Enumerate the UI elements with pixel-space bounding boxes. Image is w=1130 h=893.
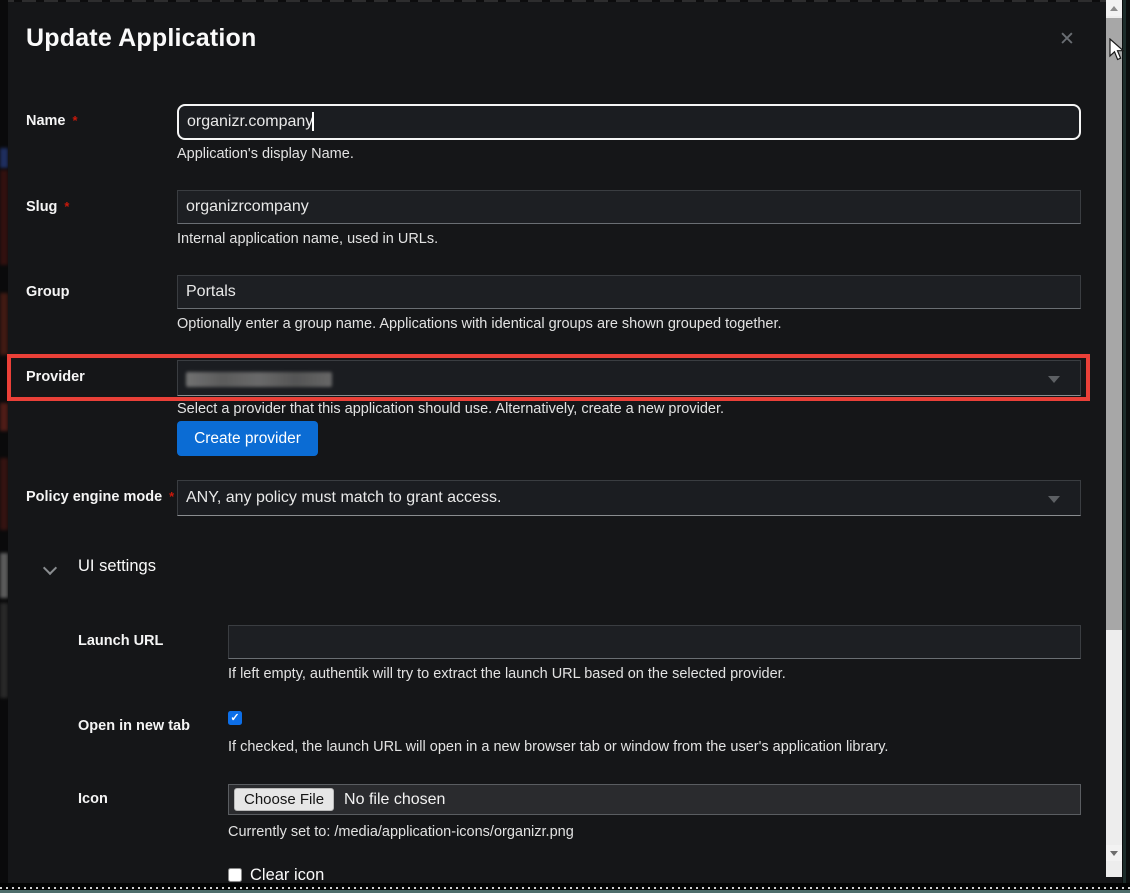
background-artifact — [0, 148, 8, 168]
text-cursor — [312, 112, 314, 131]
scrollbar-track[interactable] — [1106, 0, 1122, 877]
slug-label: Slug* — [26, 199, 69, 215]
clear-icon-checkbox[interactable] — [228, 868, 242, 882]
group-label: Group — [26, 284, 70, 300]
background-artifact — [0, 293, 8, 355]
arrow-down-icon — [1110, 851, 1118, 856]
modal-title: Update Application — [26, 24, 256, 53]
ui-settings-section-title[interactable]: UI settings — [78, 557, 156, 576]
provider-value-redacted — [186, 372, 332, 387]
choose-file-button[interactable]: Choose File — [234, 788, 334, 811]
caret-down-icon — [1048, 496, 1060, 503]
provider-help: Select a provider that this application … — [177, 401, 724, 417]
create-provider-button[interactable]: Create provider — [177, 421, 318, 456]
screenshot-bottom-edge — [0, 883, 1130, 893]
policy-engine-mode-label: Policy engine mode* — [26, 489, 174, 505]
chevron-down-icon — [43, 561, 57, 575]
open-in-new-tab-label: Open in new tab — [78, 718, 190, 734]
background-artifact — [0, 553, 8, 598]
screenshot-bottom-dotted-line — [0, 887, 1130, 889]
required-marker: * — [73, 113, 78, 128]
policy-engine-mode-value: ANY, any policy must match to grant acce… — [186, 489, 501, 507]
required-marker: * — [169, 489, 174, 504]
scrollbar-down-button[interactable] — [1106, 845, 1122, 861]
screenshot-top-dashed-edge — [0, 0, 1106, 2]
background-page-strip — [0, 0, 8, 893]
file-status-text: No file chosen — [344, 791, 445, 809]
background-artifact — [0, 170, 8, 265]
required-marker: * — [64, 199, 69, 214]
ui-settings-expander[interactable] — [45, 560, 55, 578]
scrollbar-thumb[interactable] — [1106, 18, 1122, 630]
name-label: Name* — [26, 113, 78, 129]
launch-url-input[interactable] — [228, 625, 1081, 659]
policy-engine-mode-select[interactable]: ANY, any policy must match to grant acce… — [177, 480, 1081, 516]
group-input[interactable] — [177, 275, 1081, 309]
background-artifact — [0, 403, 8, 431]
open-in-new-tab-checkbox[interactable]: ✓ — [228, 711, 242, 725]
background-artifact — [0, 603, 8, 698]
scrollbar-up-button[interactable] — [1106, 0, 1122, 16]
open-in-new-tab-help: If checked, the launch URL will open in … — [228, 739, 888, 755]
caret-down-icon — [1048, 376, 1060, 383]
close-icon[interactable]: ✕ — [1054, 28, 1080, 51]
icon-help: Currently set to: /media/application-ico… — [228, 824, 574, 840]
window-right-edge-line — [1123, 0, 1126, 893]
arrow-up-icon — [1110, 6, 1118, 11]
group-help: Optionally enter a group name. Applicati… — [177, 316, 782, 332]
name-help: Application's display Name. — [177, 146, 354, 162]
launch-url-help: If left empty, authentik will try to ext… — [228, 666, 786, 682]
icon-file-input[interactable]: Choose File No file chosen — [228, 784, 1081, 815]
provider-select[interactable] — [177, 360, 1081, 396]
background-artifact — [0, 458, 8, 530]
check-icon: ✓ — [230, 712, 239, 724]
launch-url-label: Launch URL — [78, 633, 163, 649]
icon-label: Icon — [78, 791, 108, 807]
slug-help: Internal application name, used in URLs. — [177, 231, 438, 247]
slug-input[interactable] — [177, 190, 1081, 224]
provider-label: Provider — [26, 369, 85, 385]
